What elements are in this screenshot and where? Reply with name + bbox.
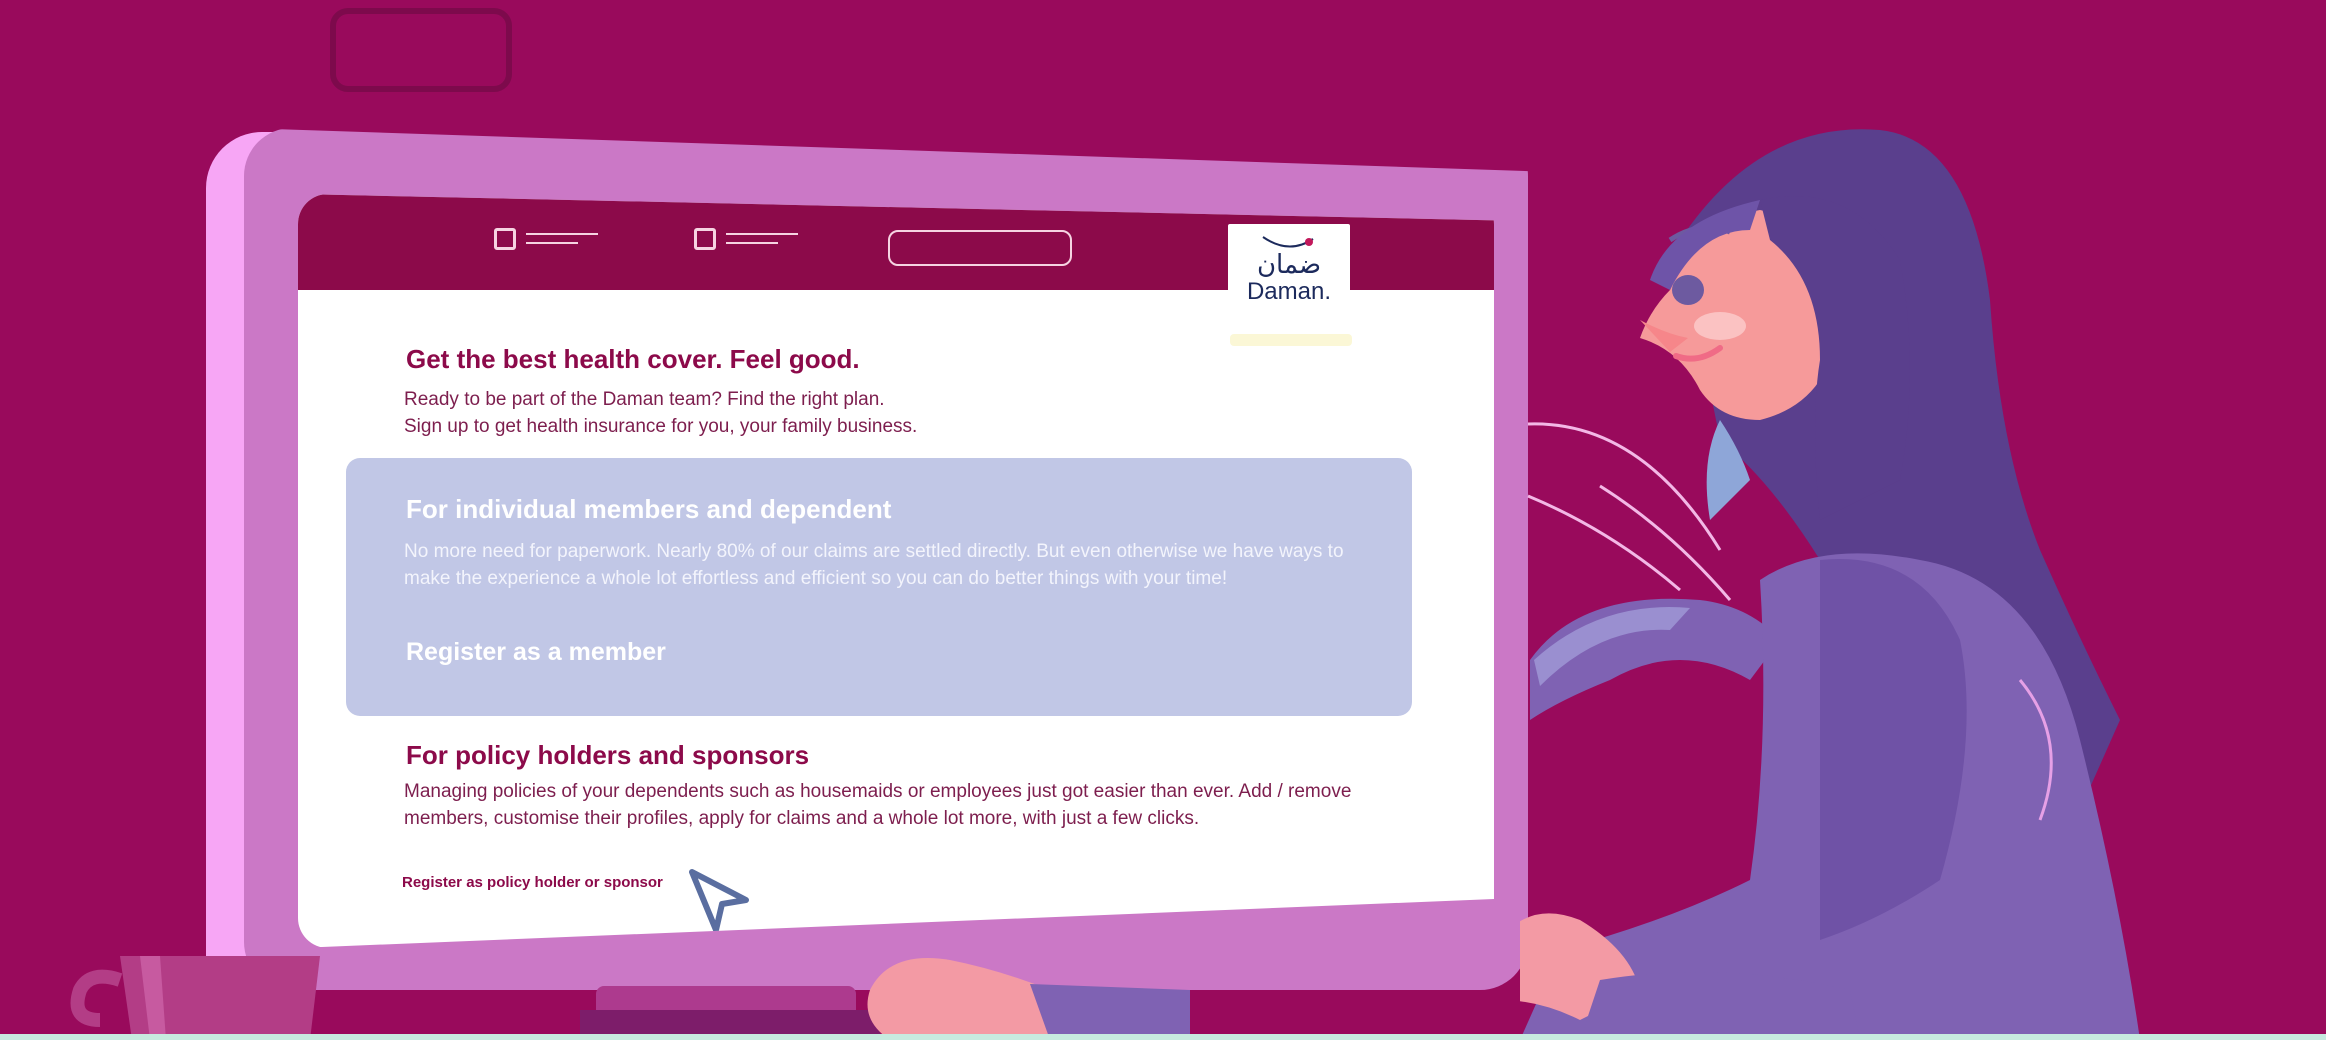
- logo-highlight: [1230, 334, 1352, 346]
- browser-screen: ضمان Daman. Get the best health cover. F…: [298, 194, 1494, 948]
- nav-text-line: [726, 242, 778, 244]
- bottom-strip: [0, 1034, 2326, 1040]
- nav-text-line: [526, 233, 598, 235]
- hand: [867, 958, 1190, 1040]
- individual-card-title: For individual members and dependent: [406, 494, 892, 524]
- individual-card-text: No more need for paperwork. Nearly 80% o…: [404, 541, 1344, 589]
- logo-swoosh-icon: [1262, 236, 1314, 248]
- register-policy-holder-link[interactable]: Register as policy holder or sponsor: [402, 874, 663, 891]
- illustration-scene: ضمان Daman. Get the best health cover. F…: [0, 0, 2326, 1040]
- policy-section-text: Managing policies of your dependents suc…: [404, 781, 1352, 829]
- wall-picture-frame: [330, 8, 512, 92]
- individual-members-card: For individual members and dependent No …: [346, 458, 1412, 716]
- page-title: Get the best health cover. Feel good.: [406, 344, 860, 374]
- logo-latin-text: Daman.: [1246, 278, 1332, 305]
- coffee-mug-icon: [70, 956, 320, 1040]
- hero-line-1: Ready to be part of the Daman team? Find…: [404, 389, 885, 410]
- woman-figure: [1520, 129, 2140, 1040]
- nav-checkbox-icon: [494, 228, 516, 250]
- register-member-link[interactable]: Register as a member: [406, 638, 666, 667]
- cursor-arrow-icon: [689, 869, 749, 933]
- nav-checkbox-icon: [694, 228, 716, 250]
- policy-section-title: For policy holders and sponsors: [406, 740, 810, 770]
- nav-text-line: [526, 242, 578, 244]
- logo-arabic-text: ضمان: [1256, 250, 1322, 280]
- nav-text-line: [726, 233, 798, 235]
- hero-line-2: Sign up to get health insurance for you,…: [404, 416, 918, 437]
- hero-subtitle: Ready to be part of the Daman team? Find…: [404, 386, 917, 440]
- daman-logo-icon[interactable]: ضمان Daman.: [1228, 224, 1350, 314]
- nav-search-input[interactable]: [888, 230, 1072, 266]
